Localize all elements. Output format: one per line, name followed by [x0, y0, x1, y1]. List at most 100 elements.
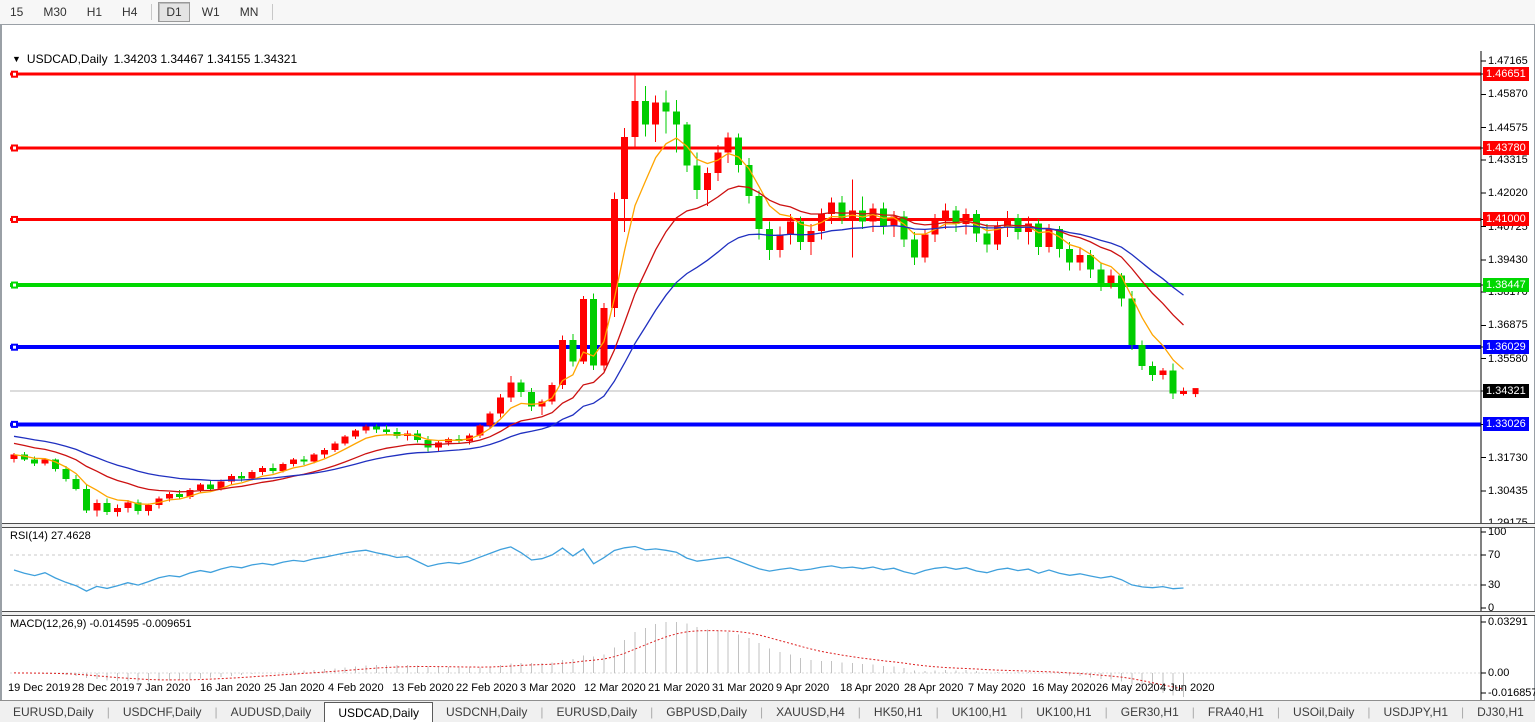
- candle-body: [621, 137, 628, 199]
- candle-body: [911, 239, 918, 257]
- candle-body: [331, 444, 338, 451]
- candle-body: [963, 214, 970, 224]
- price-tick-label: 1.35580: [1488, 353, 1528, 365]
- date-tick-label: 25 Jan 2020: [264, 682, 325, 694]
- price-tick-label: 1.30435: [1488, 485, 1528, 497]
- candle-body: [104, 503, 111, 512]
- candle-body: [1118, 275, 1125, 298]
- candle-body: [197, 485, 204, 490]
- candle-body: [300, 460, 307, 462]
- candle-body: [673, 112, 680, 125]
- hline-handle-center: [13, 73, 16, 76]
- chart-canvas[interactable]: [2, 25, 1535, 722]
- date-tick-label: 16 Jan 2020: [200, 682, 261, 694]
- pane-splitter-rsi[interactable]: [2, 523, 1535, 528]
- hline-handle-center: [13, 423, 16, 426]
- symbol-dropdown-icon[interactable]: ▼: [12, 54, 21, 64]
- candle-body: [311, 455, 318, 462]
- timeframe-button-H4[interactable]: H4: [114, 2, 145, 22]
- timeframe-button-MN[interactable]: MN: [232, 2, 267, 22]
- candle-body: [1128, 299, 1135, 345]
- candle-body: [362, 426, 369, 430]
- price-badge: 1.33026: [1483, 417, 1529, 431]
- chart-tab-usdcad-daily[interactable]: USDCAD,Daily: [324, 702, 433, 722]
- date-tick-label: 21 Mar 2020: [648, 682, 710, 694]
- chart-tab-xauusd-h4[interactable]: XAUUSD,H4: [763, 701, 858, 722]
- chart-tab-usdjpy-h1[interactable]: USDJPY,H1: [1371, 701, 1461, 722]
- timeframe-button-M30[interactable]: M30: [35, 2, 74, 22]
- candle-body: [704, 173, 711, 190]
- timeframe-button-D1[interactable]: D1: [158, 2, 189, 22]
- date-tick-label: 9 Apr 2020: [776, 682, 829, 694]
- chart-ohlc-values: 1.34203 1.34467 1.34155 1.34321: [114, 52, 298, 66]
- candle-body: [1108, 275, 1115, 283]
- price-tick-label: 1.39430: [1488, 254, 1528, 266]
- price-badge: 1.43780: [1483, 141, 1529, 155]
- chart-tab-usdchf-daily[interactable]: USDCHF,Daily: [110, 701, 215, 722]
- chart-tab-eurusd-daily[interactable]: EURUSD,Daily: [543, 701, 650, 722]
- pane-splitter-macd[interactable]: [2, 611, 1535, 616]
- date-tick-label: 19 Dec 2019: [8, 682, 70, 694]
- candle-body: [518, 383, 525, 393]
- candle-body: [1149, 366, 1156, 375]
- chart-title: ▼ USDCAD,Daily 1.34203 1.34467 1.34155 1…: [12, 52, 297, 66]
- chart-tab-audusd-daily[interactable]: AUDUSD,Daily: [218, 701, 325, 722]
- date-tick-label: 28 Dec 2019: [72, 682, 134, 694]
- chart-tab-fra40-h1[interactable]: FRA40,H1: [1195, 701, 1277, 722]
- date-tick-label: 4 Feb 2020: [328, 682, 384, 694]
- candle-body: [166, 494, 173, 498]
- candle-body: [373, 426, 380, 429]
- chart-tab-usoil-daily[interactable]: USOil,Daily: [1280, 701, 1367, 722]
- candle-body: [839, 203, 846, 218]
- hline-handle-center: [13, 284, 16, 287]
- candle-body: [776, 234, 783, 249]
- chart-symbol-label: USDCAD,Daily: [27, 52, 108, 66]
- chart-tab-dj30-h1[interactable]: DJ30,H1: [1464, 701, 1535, 722]
- candle-body: [756, 196, 763, 229]
- candle-body: [942, 210, 949, 218]
- candle-body: [497, 397, 504, 413]
- chart-tab-hk50-h1[interactable]: HK50,H1: [861, 701, 936, 722]
- candle-body: [1180, 391, 1187, 394]
- slow-ma-line: [14, 226, 1184, 481]
- candle-body: [1066, 249, 1073, 263]
- candle-body: [114, 508, 121, 512]
- chart-tab-uk100-h1[interactable]: UK100,H1: [939, 701, 1020, 722]
- chart-tab-ger30-h1[interactable]: GER30,H1: [1108, 701, 1192, 722]
- candle-body: [1097, 270, 1104, 284]
- price-badge: 1.36029: [1483, 340, 1529, 354]
- candle-body: [425, 440, 432, 448]
- candle-body: [507, 383, 514, 398]
- candle-body: [569, 340, 576, 361]
- rsi-line: [14, 547, 1184, 592]
- hline-handle-center: [13, 146, 16, 149]
- chart-tab-usdcnh-daily[interactable]: USDCNH,Daily: [433, 701, 540, 722]
- candle-body: [42, 460, 49, 464]
- chart-tab-gbpusd-daily[interactable]: GBPUSD,Daily: [653, 701, 760, 722]
- candle-body: [849, 210, 856, 218]
- date-tick-label: 4 Jun 2020: [1160, 682, 1214, 694]
- timeframe-button-W1[interactable]: W1: [194, 2, 228, 22]
- candle-body: [290, 460, 297, 464]
- hline-handle-center: [13, 218, 16, 221]
- candle-body: [73, 479, 80, 489]
- price-badge: 1.38447: [1483, 278, 1529, 292]
- candle-body: [921, 234, 928, 257]
- chart-tab-uk100-h1[interactable]: UK100,H1: [1023, 701, 1104, 722]
- macd-indicator-label: MACD(12,26,9) -0.014595 -0.009651: [10, 618, 192, 630]
- chart-tab-eurusd-daily[interactable]: EURUSD,Daily: [0, 701, 107, 722]
- toolbar-separator: [151, 4, 152, 20]
- candle-body: [1170, 371, 1177, 394]
- candle-body: [145, 505, 152, 511]
- candle-body: [352, 431, 359, 437]
- price-tick-label: 1.45870: [1488, 88, 1528, 100]
- candle-body: [93, 503, 100, 510]
- candle-body: [714, 153, 721, 174]
- chart-window[interactable]: ▼ USDCAD,Daily 1.34203 1.34467 1.34155 1…: [0, 24, 1535, 700]
- timeframe-button-15[interactable]: 15: [2, 2, 31, 22]
- macd-scale-label: 0.00: [1488, 667, 1509, 679]
- timeframe-button-H1[interactable]: H1: [79, 2, 110, 22]
- price-tick-label: 1.44575: [1488, 122, 1528, 134]
- candle-body: [1139, 345, 1146, 366]
- candle-body: [1159, 371, 1166, 375]
